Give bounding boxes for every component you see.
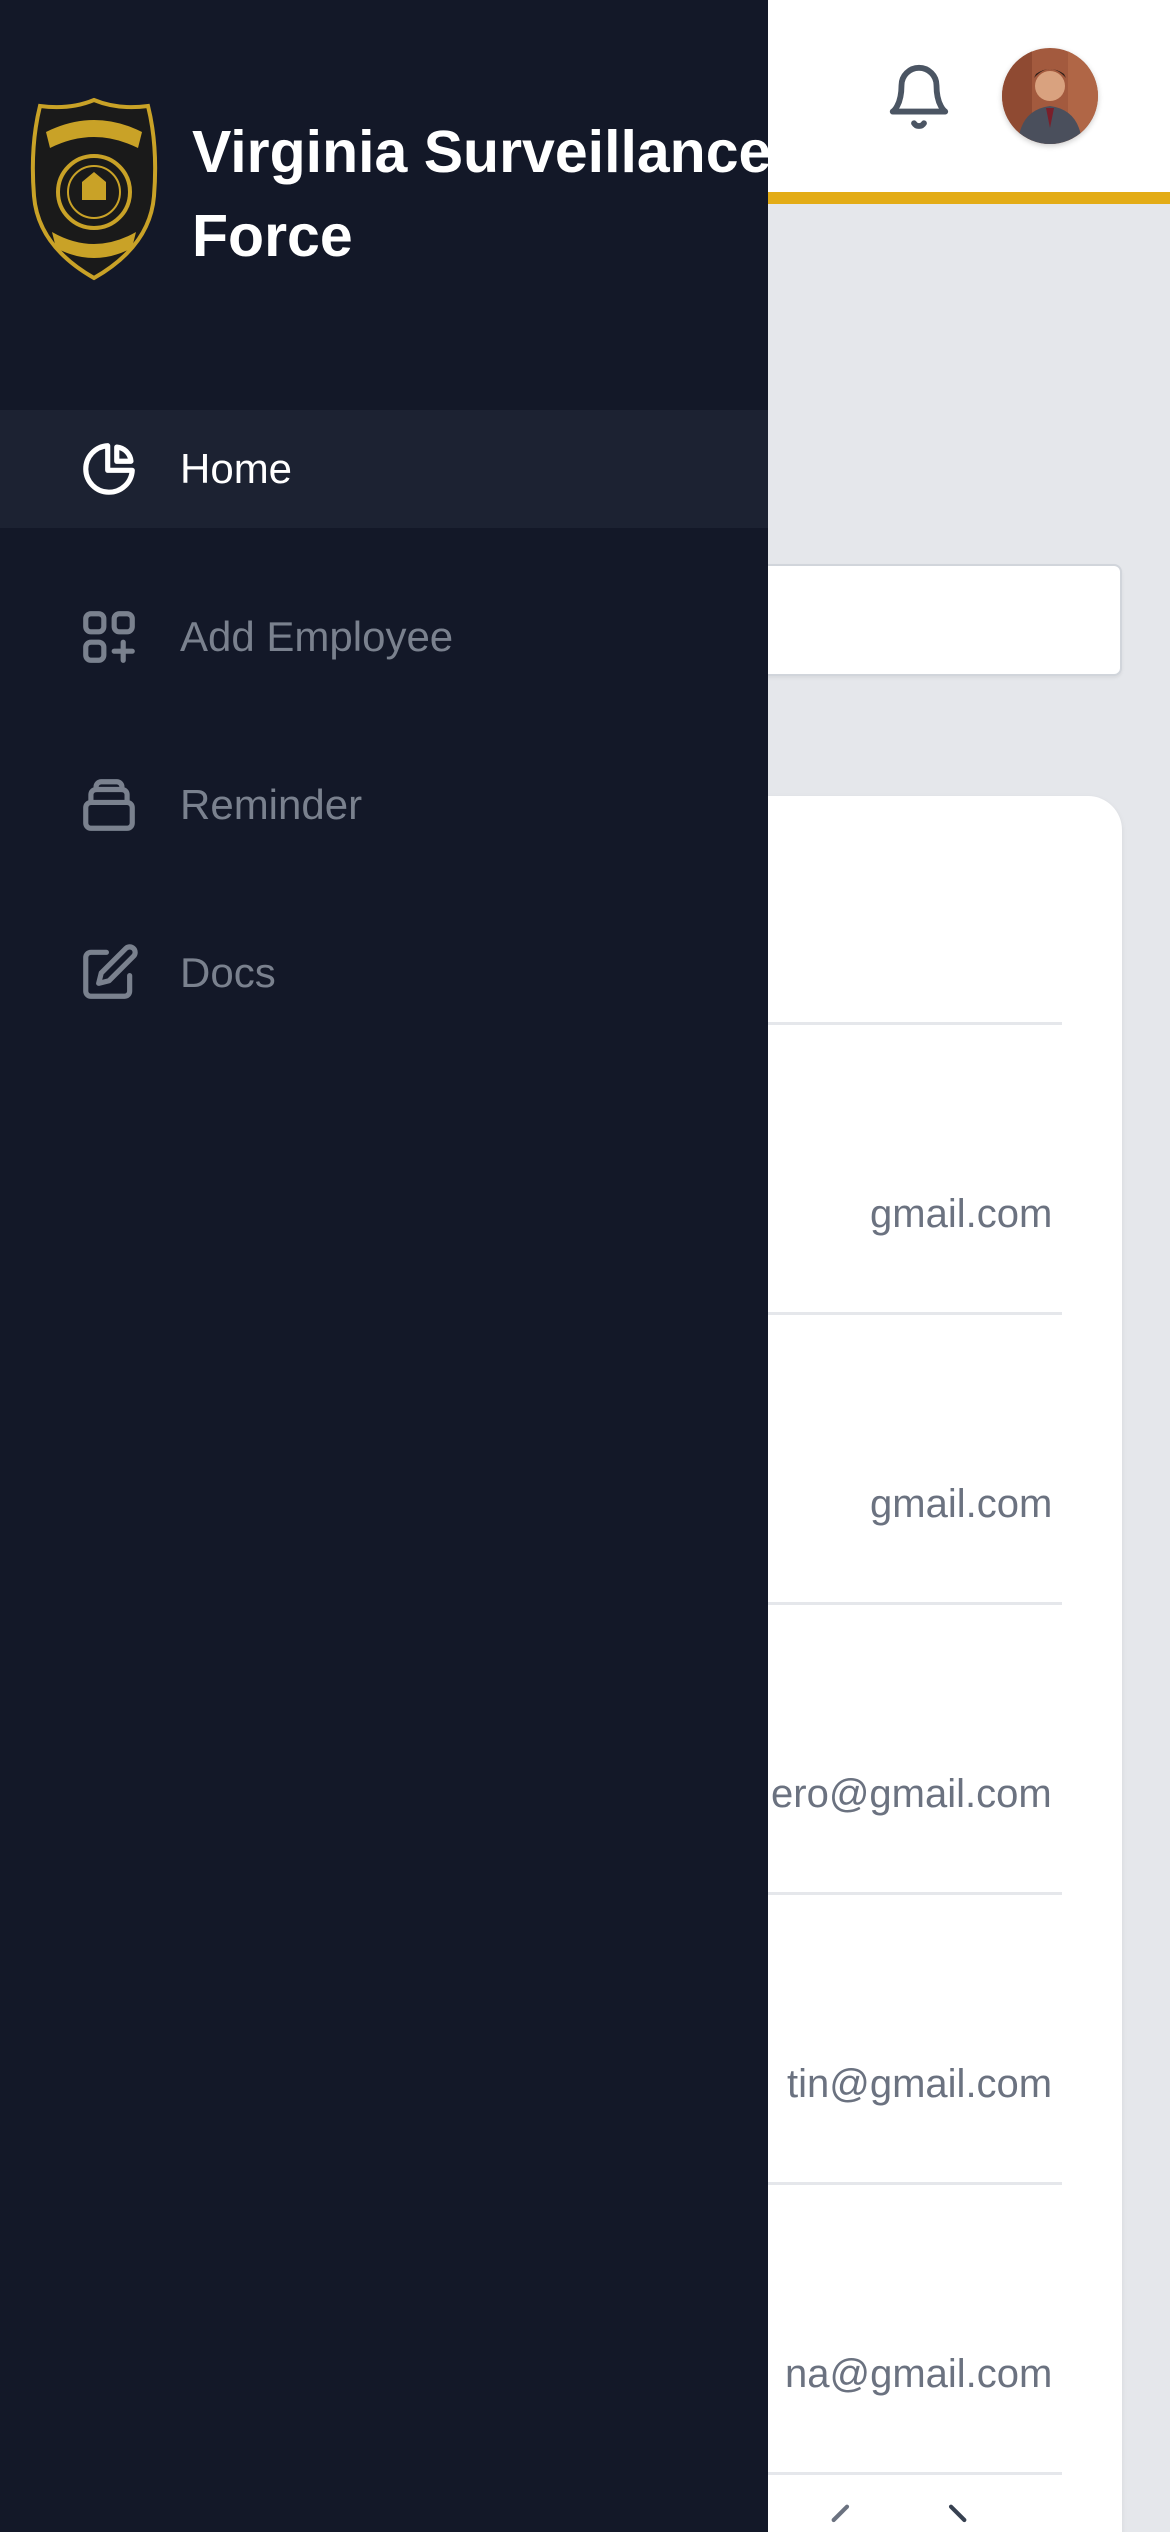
sidebar-item-reminder[interactable]: Reminder [0,746,768,864]
reminder-stack-icon [83,779,135,831]
sidebar-item-label: Docs [180,949,276,996]
sidebar-item-home[interactable]: Home [0,410,768,528]
employee-email: ero@gmail.com [771,1772,1052,1816]
employee-email: na@gmail.com [785,2352,1053,2396]
user-avatar[interactable] [1002,48,1098,144]
sidebar-item-docs[interactable]: Docs [0,914,768,1032]
employee-email: gmail.com [870,1192,1053,1236]
police-badge-logo [30,97,158,281]
grid-plus-icon [83,611,135,663]
bell-icon[interactable] [884,62,954,132]
sidebar-item-label: Add Employee [180,613,454,660]
employee-email: gmail.com [870,1482,1053,1526]
employee-email: tin@gmail.com [787,2062,1053,2106]
sidebar-item-label: Home [180,445,293,492]
chevron-left-icon[interactable] [822,2500,862,2532]
brand-header: Virginia Surveillance Force [26,96,771,286]
chevron-right-icon[interactable] [936,2500,976,2532]
sidebar-item-label: Reminder [180,781,363,828]
sidebar-item-add-employee[interactable]: Add Employee [0,578,768,696]
pie-chart-icon [83,443,135,495]
sidebar-drawer: Virginia Surveillance Force Home Add Emp… [0,0,771,2532]
edit-square-icon [83,944,138,999]
app-title: Virginia Surveillance Force [192,119,772,269]
